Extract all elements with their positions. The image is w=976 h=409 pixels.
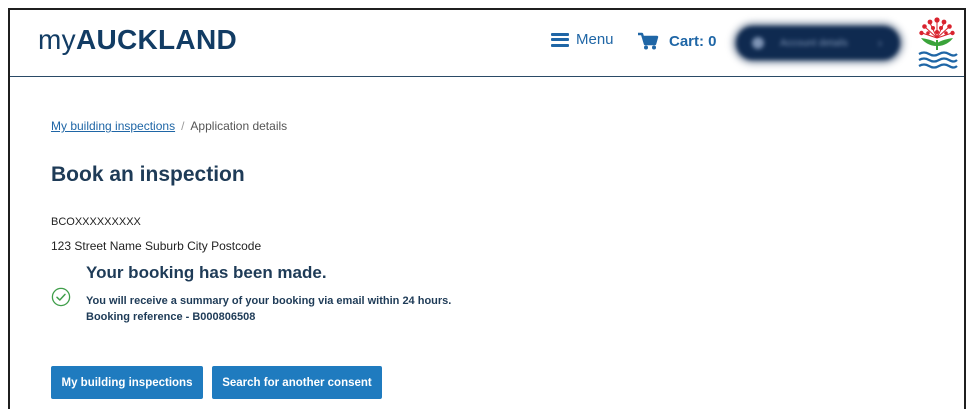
page-frame: myAUCKLAND Menu Cart: 0 Account details … — [8, 8, 966, 409]
confirmation-message: You will receive a summary of your booki… — [86, 293, 451, 325]
hamburger-icon — [551, 32, 569, 47]
booking-reference: Booking reference - B000806508 — [86, 311, 256, 323]
property-address: 123 Street Name Suburb City Postcode — [51, 239, 262, 253]
site-header: myAUCKLAND Menu Cart: 0 Account details … — [10, 10, 964, 77]
user-icon — [752, 37, 764, 49]
check-circle-icon — [51, 287, 71, 307]
search-another-consent-button[interactable]: Search for another consent — [212, 366, 382, 399]
breadcrumb-link-my-building-inspections[interactable]: My building inspections — [51, 119, 175, 133]
my-building-inspections-button[interactable]: My building inspections — [51, 366, 203, 399]
confirmation-email-text: You will receive a summary of your booki… — [86, 295, 452, 307]
cart-icon — [638, 32, 659, 50]
menu-button[interactable]: Menu — [551, 31, 614, 48]
account-label: Account details — [780, 37, 848, 49]
cart-label: Cart: 0 — [669, 32, 717, 50]
confirmation-heading: Your booking has been made. — [86, 263, 327, 282]
auckland-council-logo[interactable] — [915, 16, 959, 70]
consent-number: BCOXXXXXXXXX — [51, 216, 141, 228]
menu-label: Menu — [576, 31, 614, 48]
cart-button[interactable]: Cart: 0 — [637, 32, 717, 50]
chevron-right-icon: › — [878, 36, 882, 50]
account-dropdown[interactable]: Account details › — [736, 26, 900, 60]
site-logo-text[interactable]: myAUCKLAND — [38, 24, 237, 56]
brand-name: AUCKLAND — [75, 24, 237, 55]
brand-prefix: my — [38, 24, 76, 55]
breadcrumb-current: Application details — [190, 119, 288, 133]
page-title: Book an inspection — [51, 163, 245, 186]
breadcrumb: My building inspections / Application deta… — [51, 119, 287, 133]
breadcrumb-separator: / — [181, 119, 185, 133]
